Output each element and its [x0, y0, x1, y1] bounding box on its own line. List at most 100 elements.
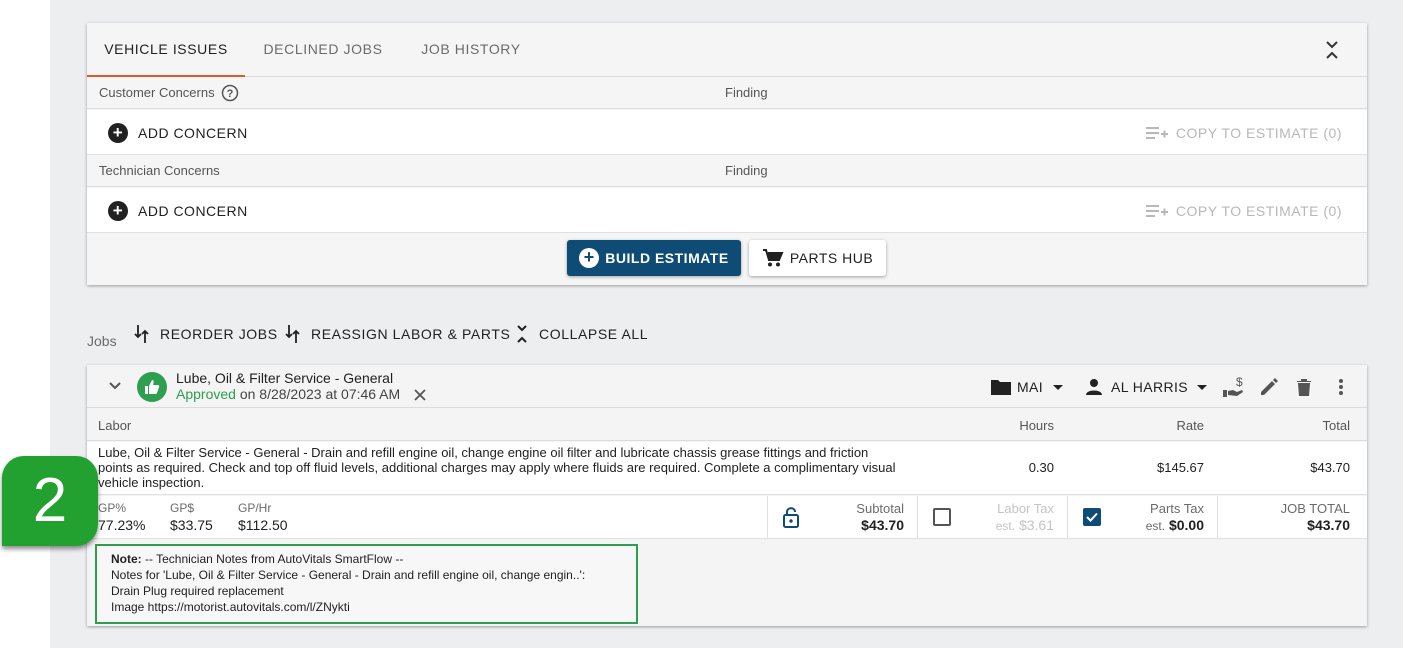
pay-money-icon[interactable]: $ — [1221, 375, 1245, 399]
add-technician-concern-button[interactable]: + ADD CONCERN — [108, 199, 248, 223]
note-line-4: Image https://motorist.autovitals.com/l/… — [111, 600, 350, 614]
more-vertical-icon[interactable] — [1329, 375, 1353, 399]
folder-select[interactable]: MAI — [990, 376, 1065, 398]
note-line-1: Note: -- Technician Notes from AutoVital… — [111, 551, 622, 567]
gp-per-hour-label: GP/Hr — [238, 501, 272, 515]
job-total-label: JOB TOTAL — [1280, 501, 1350, 516]
labor-tax-label: Labor Tax — [997, 501, 1054, 516]
technician-note-box: Note: -- Technician Notes from AutoVital… — [95, 544, 638, 624]
reassign-labor-parts-button[interactable]: REASSIGN LABOR & PARTS — [285, 322, 510, 346]
close-icon[interactable] — [414, 389, 426, 401]
collapse-all-button[interactable]: COLLAPSE ALL — [515, 322, 648, 346]
note-line-2: Notes for 'Lube, Oil & Filter Service - … — [111, 568, 586, 582]
folder-icon — [991, 380, 1011, 395]
job-title: Lube, Oil & Filter Service - General — [176, 370, 394, 386]
parts-tax-label: Parts Tax — [1150, 501, 1204, 516]
gp-percent-value: 77.23% — [98, 517, 146, 533]
divider — [767, 496, 768, 539]
copy-to-estimate-label: COPY TO ESTIMATE (0) — [1175, 125, 1342, 141]
swap-vertical-icon — [134, 325, 149, 343]
copy-to-estimate-button[interactable]: COPY TO ESTIMATE (0) — [1145, 122, 1342, 144]
finding-label: Finding — [725, 163, 768, 178]
note-heading: -- Technician Notes from AutoVitals Smar… — [141, 552, 404, 566]
labor-total: $43.70 — [1310, 460, 1350, 475]
subtotal-value: $43.70 — [861, 517, 904, 533]
add-concern-label: ADD CONCERN — [138, 203, 248, 219]
labor-line-row[interactable]: Lube, Oil & Filter Service - General - D… — [87, 442, 1367, 495]
approved-status-label: Approved — [176, 386, 236, 402]
gp-percent-label: GP% — [98, 501, 127, 515]
parts-hub-button[interactable]: PARTS HUB — [749, 240, 886, 276]
approved-thumbs-up-icon — [137, 372, 167, 402]
subtotal-label: Subtotal — [856, 501, 904, 516]
svg-text:?: ? — [227, 88, 234, 100]
callout-step-badge: 2 — [2, 456, 98, 546]
person-icon — [1086, 379, 1102, 395]
divider — [1067, 496, 1068, 539]
reassign-labor-parts-label: REASSIGN LABOR & PARTS — [311, 326, 511, 342]
technician-concerns-label: Technician Concerns — [99, 163, 220, 178]
parts-tax-value: est. $0.00 — [1146, 517, 1204, 533]
hours-column-header: Hours — [1019, 418, 1054, 433]
vehicle-issues-card: VEHICLE ISSUES DECLINED JOBS JOB HISTORY… — [87, 23, 1367, 285]
technician-concern-row: + ADD CONCERN COPY TO ESTIMATE (0) — [87, 188, 1367, 233]
copy-to-estimate-label: COPY TO ESTIMATE (0) — [1175, 203, 1342, 219]
labor-column-header: Labor — [98, 418, 132, 433]
labor-tax-est: est. — [995, 519, 1016, 533]
add-customer-concern-button[interactable]: + ADD CONCERN — [108, 121, 248, 145]
customer-concerns-label: Customer Concerns — [99, 85, 215, 100]
parts-tax-checkbox[interactable] — [1083, 508, 1101, 526]
job-header: Lube, Oil & Filter Service - General App… — [87, 365, 1367, 408]
add-concern-label: ADD CONCERN — [138, 125, 248, 141]
issues-tab-bar: VEHICLE ISSUES DECLINED JOBS JOB HISTORY — [87, 23, 1367, 77]
collapse-expand-icon[interactable] — [1323, 39, 1341, 61]
add-circle-icon: + — [579, 248, 600, 268]
note-line-3: Drain Plug required replacement — [111, 584, 284, 598]
divider — [917, 496, 918, 539]
gp-per-hour-value: $112.50 — [238, 517, 288, 533]
copy-to-estimate-button[interactable]: COPY TO ESTIMATE (0) — [1145, 200, 1342, 222]
build-estimate-button[interactable]: + BUILD ESTIMATE — [567, 240, 741, 276]
labor-table-header: Labor Hours Rate Total — [87, 409, 1367, 441]
gp-dollar-value: $33.75 — [170, 517, 213, 533]
job-card: Lube, Oil & Filter Service - General App… — [87, 365, 1367, 626]
playlist-add-icon — [1145, 205, 1168, 217]
parts-hub-label: PARTS HUB — [789, 250, 874, 266]
labor-rate: $145.67 — [1157, 460, 1204, 475]
tab-declined-jobs[interactable]: DECLINED JOBS — [255, 23, 391, 77]
jobs-section-label: Jobs — [87, 333, 117, 349]
job-status: Approved on 8/28/2023 at 07:46 AM — [176, 386, 400, 402]
delete-trash-icon[interactable] — [1292, 375, 1316, 399]
labor-tax-checkbox[interactable] — [933, 508, 951, 526]
chevron-down-icon[interactable] — [107, 378, 123, 394]
gp-dollar-label: GP$ — [170, 501, 195, 515]
total-column-header: Total — [1322, 418, 1350, 433]
reorder-jobs-label: REORDER JOBS — [160, 326, 278, 342]
swap-vertical-icon — [285, 325, 300, 343]
labor-tax-amount: $3.61 — [1018, 517, 1054, 533]
playlist-add-icon — [1145, 127, 1168, 139]
reorder-jobs-button[interactable]: REORDER JOBS — [134, 322, 278, 346]
edit-pencil-icon[interactable] — [1257, 375, 1281, 399]
customer-concerns-header: Customer Concerns ? Finding — [87, 77, 1367, 109]
lock-open-icon[interactable] — [782, 506, 800, 528]
labor-description: Lube, Oil & Filter Service - General - D… — [98, 445, 896, 490]
technician-concerns-header: Technician Concerns Finding — [87, 155, 1367, 187]
help-icon[interactable]: ? — [221, 84, 239, 102]
technician-select[interactable]: AL HARRIS — [1084, 376, 1209, 398]
add-circle-icon: + — [108, 123, 128, 143]
job-total-value: $43.70 — [1307, 517, 1350, 533]
finding-label: Finding — [725, 85, 768, 100]
tab-vehicle-issues[interactable]: VEHICLE ISSUES — [87, 23, 245, 77]
labor-hours: 0.30 — [1028, 460, 1054, 475]
job-totals-row: GP% 77.23% GP$ $33.75 GP/Hr $112.50 Subt… — [87, 496, 1367, 539]
rate-column-header: Rate — [1176, 418, 1204, 433]
approved-date-label: on 8/28/2023 at 07:46 AM — [235, 386, 401, 402]
note-label: Note: — [111, 552, 142, 566]
svg-text:$: $ — [1236, 376, 1243, 389]
folder-label: MAI — [1017, 379, 1044, 395]
unfold-less-icon — [517, 325, 527, 343]
tab-job-history[interactable]: JOB HISTORY — [409, 23, 533, 77]
labor-tax-value: est. $3.61 — [996, 517, 1054, 533]
checkmark-icon — [1086, 512, 1098, 522]
